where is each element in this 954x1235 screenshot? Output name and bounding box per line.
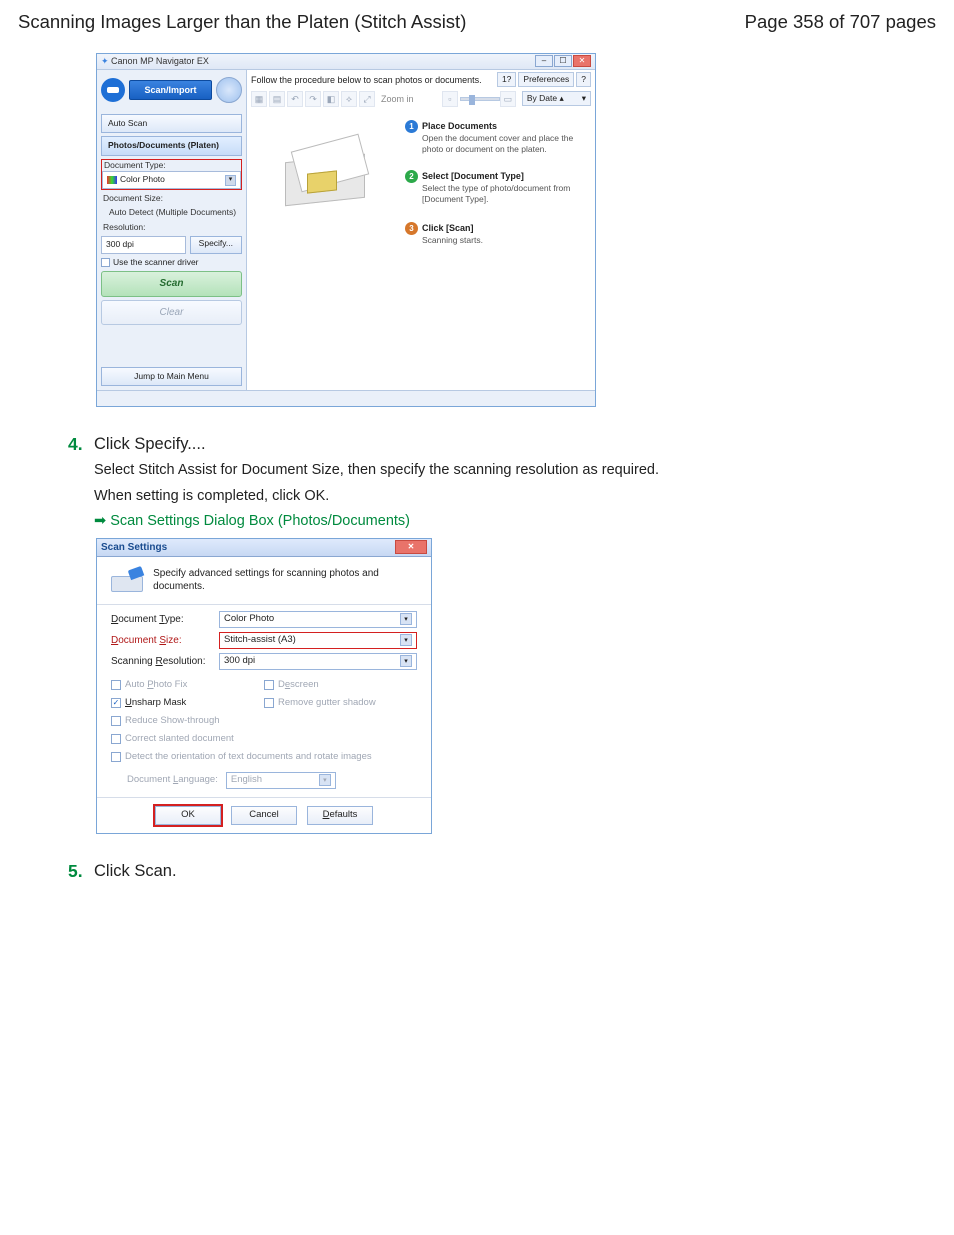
scan-settings-dialog: Scan Settings ✕ Specify advanced setting… xyxy=(96,538,432,834)
scan-button[interactable]: Scan xyxy=(101,271,242,297)
size-slider[interactable] xyxy=(460,97,500,101)
invert-icon[interactable]: ◧ xyxy=(323,91,339,107)
doc-type-dropdown[interactable]: Color Photo▾ xyxy=(102,171,241,188)
window-title: ✦ Canon MP Navigator EX xyxy=(101,55,209,67)
doc-size-dropdown[interactable]: Stitch-assist (A3)▾ xyxy=(219,632,417,649)
doc-type-label: Document Type: xyxy=(111,613,219,627)
gutter-shadow-checkbox: Remove gutter shadow xyxy=(264,694,417,712)
cancel-button[interactable]: Cancel xyxy=(231,806,297,825)
close-icon[interactable]: ✕ xyxy=(395,540,427,554)
doc-type-dropdown[interactable]: Color Photo▾ xyxy=(219,611,417,628)
dialog-title: Scan Settings xyxy=(101,541,167,555)
chevron-down-icon: ▾ xyxy=(400,634,412,646)
camera-icon xyxy=(101,78,125,102)
preferences-button[interactable]: Preferences xyxy=(518,72,574,87)
scanner-icon xyxy=(111,568,141,592)
globe-icon[interactable] xyxy=(216,77,242,103)
step-2-badge: 2 xyxy=(405,170,418,183)
sort-dropdown[interactable]: By Date ▴▾ xyxy=(522,91,591,106)
dialog-intro: Specify advanced settings for scanning p… xyxy=(153,567,417,594)
guide-button[interactable]: 1? xyxy=(497,72,516,87)
rotate-right-icon[interactable]: ↷ xyxy=(305,91,321,107)
step-1-badge: 1 xyxy=(405,120,418,133)
doc-size-value: Auto Detect (Multiple Documents) xyxy=(101,207,242,218)
grid-icon[interactable]: ▤ xyxy=(269,91,285,107)
step-4-p1: Select Stitch Assist for Document Size, … xyxy=(94,461,936,481)
chevron-down-icon: ▾ xyxy=(225,175,236,186)
step-2-title: Select [Document Type] xyxy=(422,171,524,181)
descreen-checkbox: Descreen xyxy=(264,676,417,694)
doc-language-label: Document Language: xyxy=(127,774,218,787)
chevron-down-icon: ▾ xyxy=(400,655,412,667)
scanner-illustration xyxy=(277,140,377,210)
resolution-label: Resolution: xyxy=(101,222,242,233)
maximize-icon[interactable]: ☐ xyxy=(554,55,572,67)
use-driver-checkbox[interactable]: Use the scanner driver xyxy=(101,257,242,268)
step-1-desc: Open the document cover and place the ph… xyxy=(405,133,575,156)
step-4-p2: When setting is completed, click OK. xyxy=(94,487,936,507)
clear-button[interactable]: Clear xyxy=(101,300,242,326)
defaults-button[interactable]: Defaults xyxy=(307,806,373,825)
doc-size-label: Document Size: xyxy=(111,634,219,648)
zoom-label: Zoom in xyxy=(381,93,414,105)
step-5-lead: Click Scan. xyxy=(94,860,936,882)
scan-settings-link[interactable]: Scan Settings Dialog Box (Photos/Documen… xyxy=(94,512,936,532)
step-3-desc: Scanning starts. xyxy=(405,235,483,246)
step-3-badge: 3 xyxy=(405,222,418,235)
doc-type-highlight: Document Type: Color Photo▾ xyxy=(101,159,242,190)
thumbnail-icon[interactable]: ▦ xyxy=(251,91,267,107)
scan-import-button[interactable]: Scan/Import xyxy=(129,80,212,100)
specify-button[interactable]: Specify... xyxy=(190,236,242,253)
ok-button[interactable]: OK xyxy=(155,806,221,825)
step-2-desc: Select the type of photo/document from [… xyxy=(405,183,575,206)
zoom-in-icon[interactable]: ⤢ xyxy=(359,91,375,107)
page-counter: Page 358 of 707 pages xyxy=(745,10,936,35)
auto-photo-fix-checkbox: Auto Photo Fix xyxy=(111,676,264,694)
page-title: Scanning Images Larger than the Platen (… xyxy=(18,10,466,35)
show-through-checkbox: Reduce Show-through xyxy=(111,712,417,730)
color-swatch-icon xyxy=(107,176,117,184)
chevron-down-icon: ▾ xyxy=(400,613,412,625)
doc-language-dropdown: English▾ xyxy=(226,772,336,789)
doc-size-label: Document Size: xyxy=(101,193,242,204)
mp-navigator-window: ✦ Canon MP Navigator EX – ☐ ✕ Scan/Impor… xyxy=(96,53,596,407)
rotate-left-icon[interactable]: ↶ xyxy=(287,91,303,107)
step-1-title: Place Documents xyxy=(422,121,497,131)
step-3-title: Click [Scan] xyxy=(422,223,474,233)
help-button[interactable]: ? xyxy=(576,72,591,87)
resolution-value: 300 dpi xyxy=(101,236,186,253)
crop-icon[interactable]: ⟡ xyxy=(341,91,357,107)
doc-type-label: Document Type: xyxy=(102,160,241,171)
resolution-dropdown[interactable]: 300 dpi▾ xyxy=(219,653,417,670)
close-icon[interactable]: ✕ xyxy=(573,55,591,67)
photos-documents-tab[interactable]: Photos/Documents (Platen) xyxy=(101,136,242,155)
step-4-lead: Click Specify.... xyxy=(94,433,936,455)
resolution-label: Scanning Resolution: xyxy=(111,655,219,669)
procedure-text: Follow the procedure below to scan photo… xyxy=(251,74,482,86)
auto-scan-tab[interactable]: Auto Scan xyxy=(101,114,242,133)
view-large-icon[interactable]: ▭ xyxy=(500,91,516,107)
unsharp-mask-checkbox[interactable]: ✓Unsharp Mask xyxy=(111,694,264,712)
minimize-icon[interactable]: – xyxy=(535,55,553,67)
orientation-checkbox: Detect the orientation of text documents… xyxy=(111,748,417,766)
view-small-icon[interactable]: ▫ xyxy=(442,91,458,107)
step-5-number: 5. xyxy=(68,860,94,888)
jump-main-menu-button[interactable]: Jump to Main Menu xyxy=(101,367,242,386)
chevron-down-icon: ▾ xyxy=(319,774,331,786)
slanted-checkbox: Correct slanted document xyxy=(111,730,417,748)
step-4-number: 4. xyxy=(68,433,94,532)
